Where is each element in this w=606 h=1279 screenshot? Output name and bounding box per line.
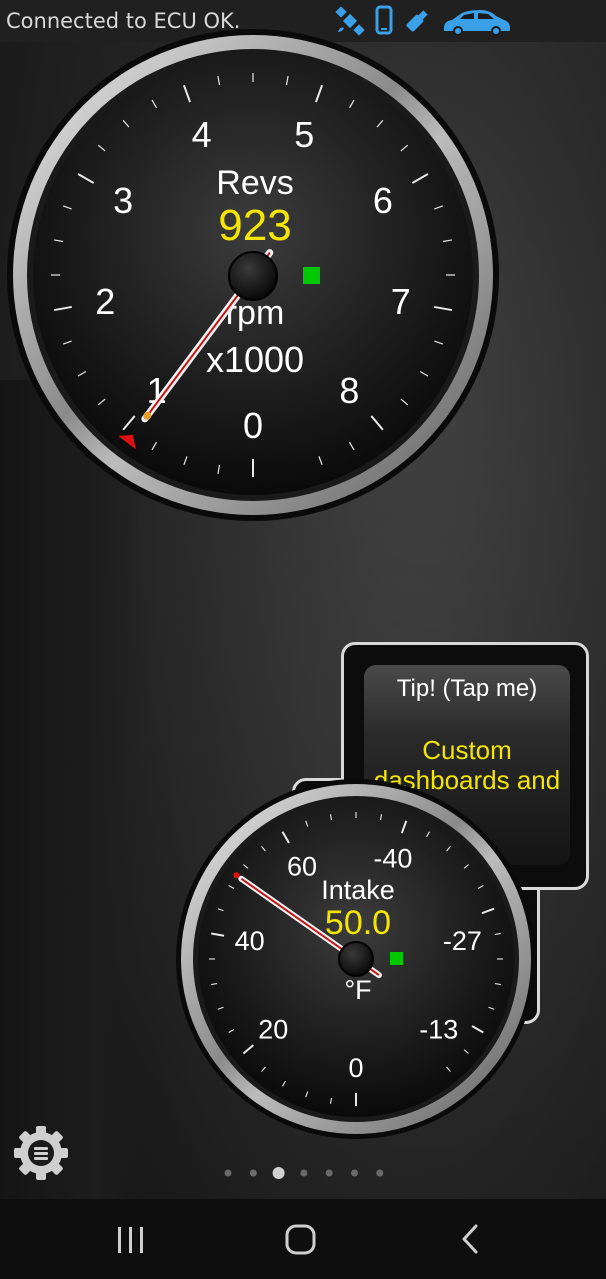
rev-gauge-value: 923: [218, 201, 291, 250]
tip-title: Tip! (Tap me): [396, 675, 538, 702]
page-dot[interactable]: [272, 1167, 285, 1179]
page-dot[interactable]: [300, 1169, 308, 1177]
recent-apps-button[interactable]: [101, 1217, 161, 1261]
home-button[interactable]: [271, 1217, 331, 1261]
rev-gauge-tick-label: 6: [373, 180, 393, 221]
system-navigation-bar: [0, 1199, 606, 1279]
intake-gauge-tick-label: 60: [287, 851, 317, 881]
gear-icon: [14, 1126, 68, 1180]
intake-gauge-tick-label: -27: [443, 926, 482, 956]
rev-gauge-tick-label: 7: [391, 281, 411, 322]
rev-gauge-status-indicator: [303, 267, 320, 284]
page-dot[interactable]: [224, 1169, 232, 1177]
intake-gauge-dial: 0 20 40 60 -40 -27 -13 Intake 50.0 °F: [176, 779, 536, 1139]
rev-gauge-title: Revs: [216, 164, 293, 202]
page-dot[interactable]: [351, 1169, 358, 1177]
intake-gauge-hub: [338, 941, 374, 977]
intake-gauge-value: 50.0: [325, 904, 391, 942]
rev-gauge-tick-label: 5: [294, 114, 314, 155]
rev-gauge-hub: [228, 251, 278, 301]
rev-gauge-tick-label: 3: [113, 180, 133, 221]
settings-button[interactable]: [10, 1122, 72, 1184]
back-button[interactable]: [440, 1217, 500, 1261]
page-indicator[interactable]: [220, 1166, 390, 1180]
rev-gauge-multiplier: x1000: [206, 339, 304, 380]
page-dot[interactable]: [376, 1169, 384, 1177]
rev-gauge[interactable]: 012345678 Revs 923 rpm x1000: [4, 28, 504, 526]
rev-gauge-tick-label: 4: [192, 114, 212, 155]
intake-gauge-tick-label: 20: [258, 1014, 288, 1044]
intake-gauge-tick-label: -40: [373, 844, 412, 874]
page-dot[interactable]: [249, 1169, 257, 1177]
rev-gauge-tick-label: 8: [339, 370, 359, 411]
intake-gauge-tick-label: -13: [419, 1014, 458, 1044]
intake-gauge-title: Intake: [321, 875, 395, 905]
home-icon: [285, 1224, 316, 1255]
rev-gauge-tick-label: 0: [243, 405, 263, 446]
rev-gauge-dial: 01234 5678 Revs 923 rpm x1000: [7, 29, 499, 521]
intake-gauge-tick-label: 0: [348, 1053, 363, 1083]
intake-gauge-tick-label: 40: [235, 926, 265, 956]
intake-gauge-status-indicator: [390, 952, 403, 965]
intake-gauge-unit: °F: [344, 975, 371, 1005]
rev-gauge-tick-label: 2: [95, 281, 115, 322]
intake-gauge[interactable]: 0 20 40 60 -40 -27 -13 Intake 50.0 °F: [175, 778, 537, 1140]
back-icon: [462, 1224, 478, 1254]
recent-apps-icon: [118, 1227, 143, 1253]
page-dot[interactable]: [325, 1169, 333, 1177]
